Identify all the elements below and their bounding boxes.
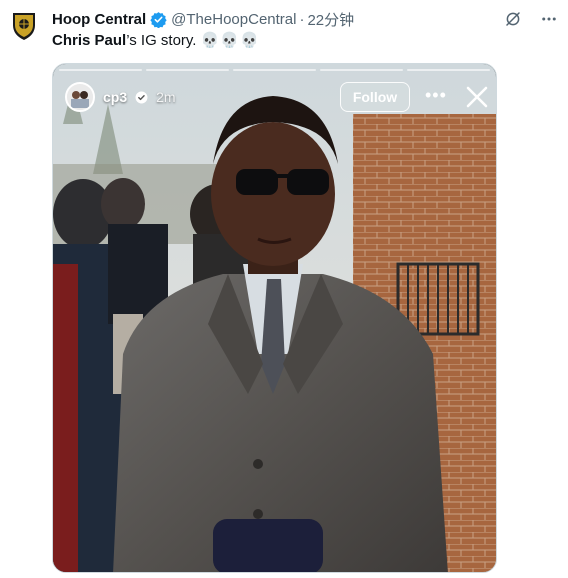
author-handle[interactable]: @TheHoopCentral: [171, 11, 296, 28]
story-more-icon[interactable]: •••: [425, 86, 447, 104]
tweet-header: Hoop Central @TheHoopCentral · 22分钟: [52, 9, 354, 29]
story-progress-segment: [407, 69, 490, 71]
story-photo: [53, 64, 496, 572]
tweet-text-body: ’s IG story.: [126, 32, 197, 49]
story-follow-button[interactable]: Follow: [340, 82, 410, 112]
verified-badge-icon: [150, 11, 167, 28]
team-logo-icon: [13, 13, 35, 40]
story-username[interactable]: cp3: [103, 89, 127, 105]
story-progress-segment: [233, 69, 316, 71]
story-user: cp3 2m: [65, 82, 176, 112]
skull-emojis: 💀💀💀: [200, 32, 260, 49]
story-timestamp: 2m: [156, 89, 176, 105]
story-progress-segment: [59, 69, 142, 71]
tweet-text: Chris Paul’s IG story. 💀💀💀: [52, 31, 260, 51]
separator-dot: ·: [299, 10, 305, 28]
tweet-text-author: Chris Paul: [52, 32, 127, 49]
story-progress-bars: [59, 69, 490, 71]
author-name[interactable]: Hoop Central: [52, 11, 146, 28]
tweet-media-image[interactable]: cp3 2m Follow •••: [52, 63, 497, 573]
story-avatar-icon[interactable]: [65, 82, 95, 112]
tweet-timestamp[interactable]: 22分钟: [307, 9, 354, 30]
tweet-actions-top: [502, 8, 560, 30]
author-avatar[interactable]: [8, 10, 40, 42]
story-close-icon[interactable]: [464, 84, 490, 110]
story-progress-segment: [320, 69, 403, 71]
grok-icon[interactable]: [502, 8, 524, 30]
more-icon[interactable]: [538, 8, 560, 30]
story-verified-icon: [135, 91, 148, 104]
story-progress-segment: [146, 69, 229, 71]
